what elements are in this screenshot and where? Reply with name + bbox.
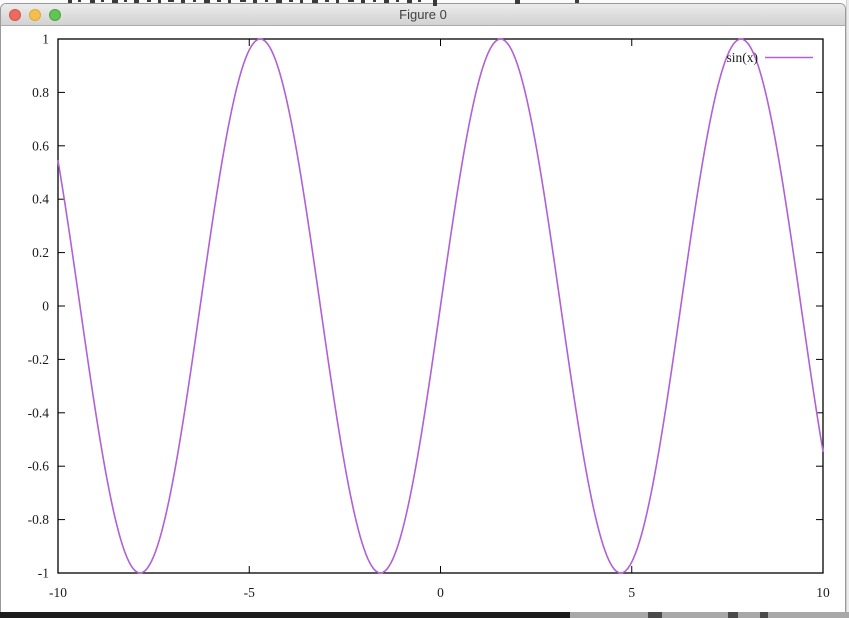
y-tick-label: 0.2 <box>32 245 49 260</box>
background-glyph-fragment <box>147 0 151 2</box>
y-tick-label: -0.8 <box>28 512 50 527</box>
background-bar-notch <box>648 612 662 618</box>
background-glyph-fragment <box>78 0 81 2</box>
gnuplot-figure-window: Figure 0 -10 -5 0 5 10 -1 -0.8 -0.6 -0.4 -0.2 0 0.2… <box>0 3 846 612</box>
x-tick-label: 0 <box>437 585 444 600</box>
background-glyph-fragment <box>124 0 127 2</box>
background-glyph-fragment <box>348 0 354 2</box>
x-tick-label: -5 <box>244 585 255 600</box>
y-tick-label: 1 <box>42 32 49 47</box>
x-tick-label: -10 <box>49 585 67 600</box>
y-tick-label: -1 <box>38 566 49 581</box>
legend-label: sin(x) <box>727 50 759 65</box>
background-glyph-fragment <box>325 0 329 2</box>
background-glyph-fragment <box>265 0 268 2</box>
y-tick-label: -0.2 <box>28 352 49 367</box>
y-tick-label: 0.4 <box>32 192 49 207</box>
sin-curve <box>58 39 823 573</box>
background-glyph-fragment <box>193 0 196 2</box>
y-tick-label: 0.6 <box>32 138 49 153</box>
y-tick-label: 0 <box>42 299 49 314</box>
background-glyph-fragment <box>289 0 293 2</box>
window-title: Figure 0 <box>1 4 845 26</box>
plot-canvas: -10 -5 0 5 10 -1 -0.8 -0.6 -0.4 -0.2 0 0.2 0.4 0.6 0.8… <box>1 26 845 612</box>
background-window-bottom <box>0 612 849 618</box>
background-glyph-fragment <box>396 0 399 2</box>
background-glyph-fragment <box>217 0 221 2</box>
y-tick-label: -0.6 <box>28 459 50 474</box>
background-glyph-fragment <box>418 0 421 2</box>
y-tick-label: -0.4 <box>28 405 50 420</box>
y-tick-label: 0.8 <box>32 85 49 100</box>
background-glyph-fragment <box>101 0 104 2</box>
window-titlebar[interactable]: Figure 0 <box>1 4 845 26</box>
background-dark-bar <box>0 612 570 618</box>
x-tick-label: 5 <box>628 585 635 600</box>
screen: Figure 0 -10 -5 0 5 10 -1 -0.8 -0.6 -0.4 -0.2 0 0.2… <box>0 0 849 618</box>
background-glyph-fragment <box>373 0 376 2</box>
background-bar-notch <box>760 612 768 618</box>
background-glyph-fragment <box>168 0 174 2</box>
sin-plot: -10 -5 0 5 10 -1 -0.8 -0.6 -0.4 -0.2 0 0.2 0.4 0.6 0.8… <box>1 26 845 612</box>
x-tick-label: 10 <box>816 585 830 600</box>
background-glyph-fragment <box>240 0 246 2</box>
background-bar-notch <box>728 612 738 618</box>
